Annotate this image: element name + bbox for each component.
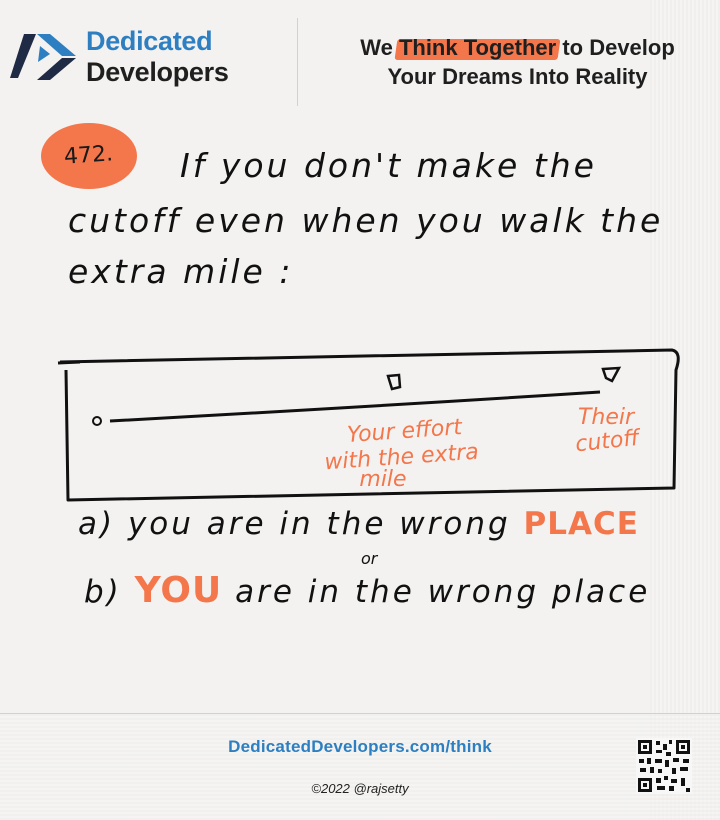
effort-marker-icon	[386, 373, 402, 391]
header-divider	[297, 18, 298, 106]
copyright: ©2022 @rajsetty	[311, 781, 409, 796]
brand-line-1: Dedicated	[86, 26, 213, 56]
option-a-text: a) you are in the wrong	[78, 506, 524, 542]
cutoff-marker-icon	[601, 366, 622, 383]
effort-label-line-3: mile	[359, 467, 406, 492]
option-b: b) YOU are in the wrong place	[84, 570, 650, 611]
option-b-emphasis: YOU	[134, 570, 223, 611]
header: Dedicated Developers We Think Together t…	[0, 0, 720, 106]
tagline: We Think Together to Develop Your Dreams…	[320, 34, 715, 91]
page: Dedicated Developers We Think Together t…	[0, 0, 720, 820]
footer-divider	[0, 713, 720, 714]
title-line-3: extra mile :	[68, 252, 294, 291]
note-number: 472.	[63, 141, 114, 170]
effort-line	[109, 390, 601, 423]
option-a-emphasis: PLACE	[523, 506, 639, 542]
brand-line-2: Developers	[86, 57, 229, 87]
cutoff-label-line-2: cutoff	[574, 426, 642, 458]
title-line-1: If you don't make the	[180, 146, 597, 185]
option-a: a) you are in the wrong PLACE	[78, 506, 639, 542]
diagram-box-top-overshoot	[57, 360, 81, 365]
tagline-suffix: to Develop	[556, 35, 675, 60]
footer-texture	[0, 714, 720, 820]
qr-code-icon[interactable]	[636, 738, 692, 794]
option-b-suffix: are in the wrong place	[222, 574, 651, 610]
tagline-highlight: Think Together	[399, 34, 556, 63]
start-point	[92, 416, 102, 426]
effort-cutoff-diagram: Your effort with the extra mile Their cu…	[57, 348, 680, 502]
tagline-line-2: Your Dreams Into Reality	[387, 63, 648, 89]
title-line-2: cutoff even when you walk the	[68, 201, 664, 240]
tagline-line-1: We Think Together to Develop	[320, 34, 715, 63]
footer-url-link[interactable]: DedicatedDevelopers.com/think	[0, 737, 720, 757]
or-word: or	[361, 549, 378, 568]
tagline-prefix: We	[360, 35, 399, 60]
option-b-prefix: b)	[84, 574, 135, 610]
dedicated-developers-logo-icon	[10, 34, 76, 80]
tagline-highlight-text: Think Together	[398, 35, 557, 60]
brand-name: Dedicated Developers	[86, 28, 229, 86]
